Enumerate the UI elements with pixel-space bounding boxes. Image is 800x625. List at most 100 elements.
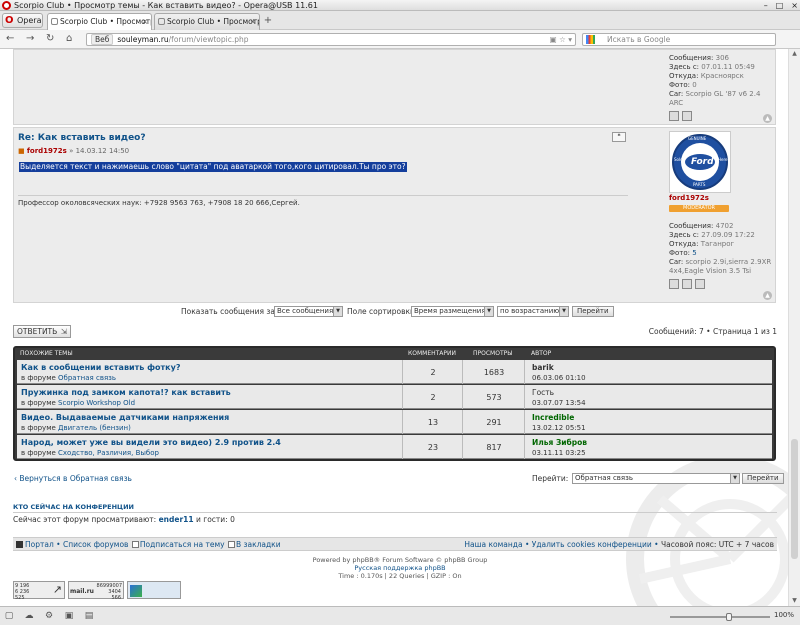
tab-close-icon[interactable]: × (250, 14, 256, 29)
back-icon[interactable]: ← (6, 33, 14, 45)
online-suffix: и гости: 0 (196, 515, 235, 524)
sort-go-button[interactable]: Перейти (572, 306, 614, 317)
sort-order-select[interactable]: по возрастанию ▼ (497, 306, 569, 317)
tab-second[interactable]: Scorpio Club • Просмотр... × (154, 13, 260, 30)
opera-o-icon: O (5, 15, 14, 26)
show-messages-value: Все сообщения (277, 307, 334, 315)
third-counter[interactable] (127, 581, 181, 599)
back-to-top-icon[interactable]: ▲ (763, 291, 772, 300)
photo-value: 5 (692, 249, 697, 257)
chevron-down-icon: ▼ (333, 307, 342, 316)
home-icon[interactable]: ⌂ (66, 33, 72, 45)
maximize-button[interactable]: □ (776, 0, 784, 10)
tab-favicon-icon (51, 18, 58, 25)
scroll-up-icon[interactable]: ▲ (789, 49, 800, 59)
forum-prefix: в форуме (21, 399, 56, 407)
header-topics: ПОХОЖИЕ ТЕМЫ (20, 350, 73, 357)
liveinternet-counter[interactable]: 9 196 6 236 525 ↗ (13, 581, 65, 601)
window-title: Scorpio Club • Просмотр темы - Как встав… (14, 1, 318, 10)
close-window-button[interactable]: × (791, 0, 798, 10)
counters: 9 196 6 236 525 ↗ 86999007 mail.ru 3404 … (13, 581, 181, 601)
tab-active[interactable]: Scorpio Club • Просмотр... × (47, 13, 152, 30)
bookmark-link[interactable]: В закладки (236, 540, 281, 549)
pm-icon[interactable] (682, 111, 692, 121)
profile-username[interactable]: ford1972s (669, 194, 775, 203)
forum-link[interactable]: Двигатель (бензин) (58, 424, 131, 432)
scroll-down-icon[interactable]: ▼ (789, 596, 800, 606)
page-info-icon[interactable]: ▤ (84, 611, 94, 621)
portal-link[interactable]: Портал (25, 540, 54, 549)
minimize-button[interactable]: – (764, 0, 768, 10)
topic-date: 03.11.11 03:25 (532, 449, 586, 457)
topic-date: 03.07.07 13:54 (532, 399, 586, 407)
site-badge[interactable]: Веб (91, 34, 114, 45)
vertical-scrollbar[interactable]: ▲ ▼ (788, 49, 800, 606)
jump-go-button[interactable]: Перейти (742, 473, 784, 484)
zoom-level: 100% (774, 611, 795, 619)
topic-title-link[interactable]: Пружинка под замком капота!? как вставит… (21, 388, 231, 397)
images-icon[interactable]: ▣ (64, 611, 74, 621)
bookmark-star-icon[interactable]: ▣ ☆ ▾ (550, 34, 572, 45)
zoom-slider-knob[interactable] (726, 613, 732, 621)
topic-title-link[interactable]: Народ, может уже вы видели это видео) 2.… (21, 438, 281, 447)
header-author: АВТОР (531, 350, 552, 357)
sort-field-select[interactable]: Время размещения ▼ (411, 306, 494, 317)
subscribe-link[interactable]: Подписаться на тему (140, 540, 225, 549)
panel-toggle-icon[interactable]: ▢ (4, 611, 14, 621)
scroll-thumb[interactable] (791, 439, 798, 559)
mailru-counter[interactable]: 86999007 mail.ru 3404 566 (68, 581, 124, 601)
website-icon[interactable] (682, 279, 692, 289)
delete-cookies-link[interactable]: Удалить cookies конференции (532, 540, 652, 549)
forum-prefix: в форуме (21, 374, 56, 382)
new-tab-button[interactable]: + (263, 16, 273, 26)
profile-icon[interactable] (669, 111, 679, 121)
opera-menu-button[interactable]: O Opera (2, 13, 43, 28)
back-to-forum-link[interactable]: ‹ Вернуться в Обратная связь (14, 474, 132, 483)
unite-cloud-icon[interactable]: ☁ (24, 611, 34, 621)
quote-button[interactable]: ❝ (612, 132, 626, 142)
topic-author[interactable]: barik (532, 363, 554, 372)
online-user-link[interactable]: ender11 (159, 515, 194, 524)
topic-title-link[interactable]: Видео. Выдаваемые датчиками напряжения (21, 413, 229, 422)
forum-index-link[interactable]: Список форумов (63, 540, 129, 549)
forum-link[interactable]: Scorpio Workshop Old (58, 399, 135, 407)
russian-support-link[interactable]: Русская поддержка phpBB (0, 564, 800, 572)
car-value: scorpio 2.9i,sierra 2.9XR 4x4,Eagle Visi… (669, 258, 772, 275)
reply-button[interactable]: ОТВЕТИТЬ ⇲ (13, 325, 71, 338)
team-link[interactable]: Наша команда (464, 540, 522, 549)
page-content: Сообщения: 306 Здесь с: 07.01.11 05:49 О… (0, 49, 800, 606)
show-messages-select[interactable]: Все сообщения ▼ (274, 306, 343, 317)
tab-close-icon[interactable]: × (142, 14, 148, 29)
post-title[interactable]: Re: Как вставить видео? (18, 133, 146, 143)
jump-select[interactable]: Обратная связь ▼ (572, 473, 740, 484)
powered-by: Powered by phpBB® Forum Software © phpBB… (0, 556, 800, 580)
forward-icon[interactable]: → (26, 33, 34, 45)
topic-forum: в форуме Обратная связь (21, 374, 116, 382)
tab-label: Scorpio Club • Просмотр... (167, 17, 260, 26)
zoom-slider[interactable] (670, 613, 770, 621)
forum-link[interactable]: Сходство, Различия, Выбор (58, 449, 159, 457)
sort-order-value: по возрастанию (500, 307, 560, 315)
post-author[interactable]: ford1972s (27, 147, 67, 155)
url-field[interactable]: Веб souleyman.ru/forum/viewtopic.php ▣ ☆ … (86, 33, 576, 46)
here-since-value: 07.01.11 05:49 (701, 63, 755, 71)
search-input[interactable]: Искать в Google (582, 33, 776, 46)
views-count: 1683 (483, 368, 505, 377)
forum-link[interactable]: Обратная связь (58, 374, 116, 382)
photo-label: Фото: (669, 81, 691, 89)
turbo-icon[interactable]: ⚙ (44, 611, 54, 621)
topic-forum: в форуме Двигатель (бензин) (21, 424, 131, 432)
topic-title-link[interactable]: Как в сообщении вставить фотку? (21, 363, 180, 372)
table-row: Народ, может уже вы видели это видео) 2.… (17, 435, 772, 459)
profile-icon[interactable] (669, 279, 679, 289)
topic-author[interactable]: Илья Зибров (532, 438, 587, 447)
topic-author[interactable]: Incredible (532, 413, 574, 422)
who-is-online-heading[interactable]: КТО СЕЙЧАС НА КОНФЕРЕНЦИИ (13, 503, 134, 511)
subscribe-icon (131, 541, 139, 548)
tab-label: Scorpio Club • Просмотр... (60, 17, 152, 26)
comments-count: 2 (430, 368, 436, 377)
bookmark-icon (227, 541, 235, 548)
reload-icon[interactable]: ↻ (46, 33, 54, 45)
pm-icon[interactable] (695, 279, 705, 289)
back-to-top-icon[interactable]: ▲ (763, 114, 772, 123)
